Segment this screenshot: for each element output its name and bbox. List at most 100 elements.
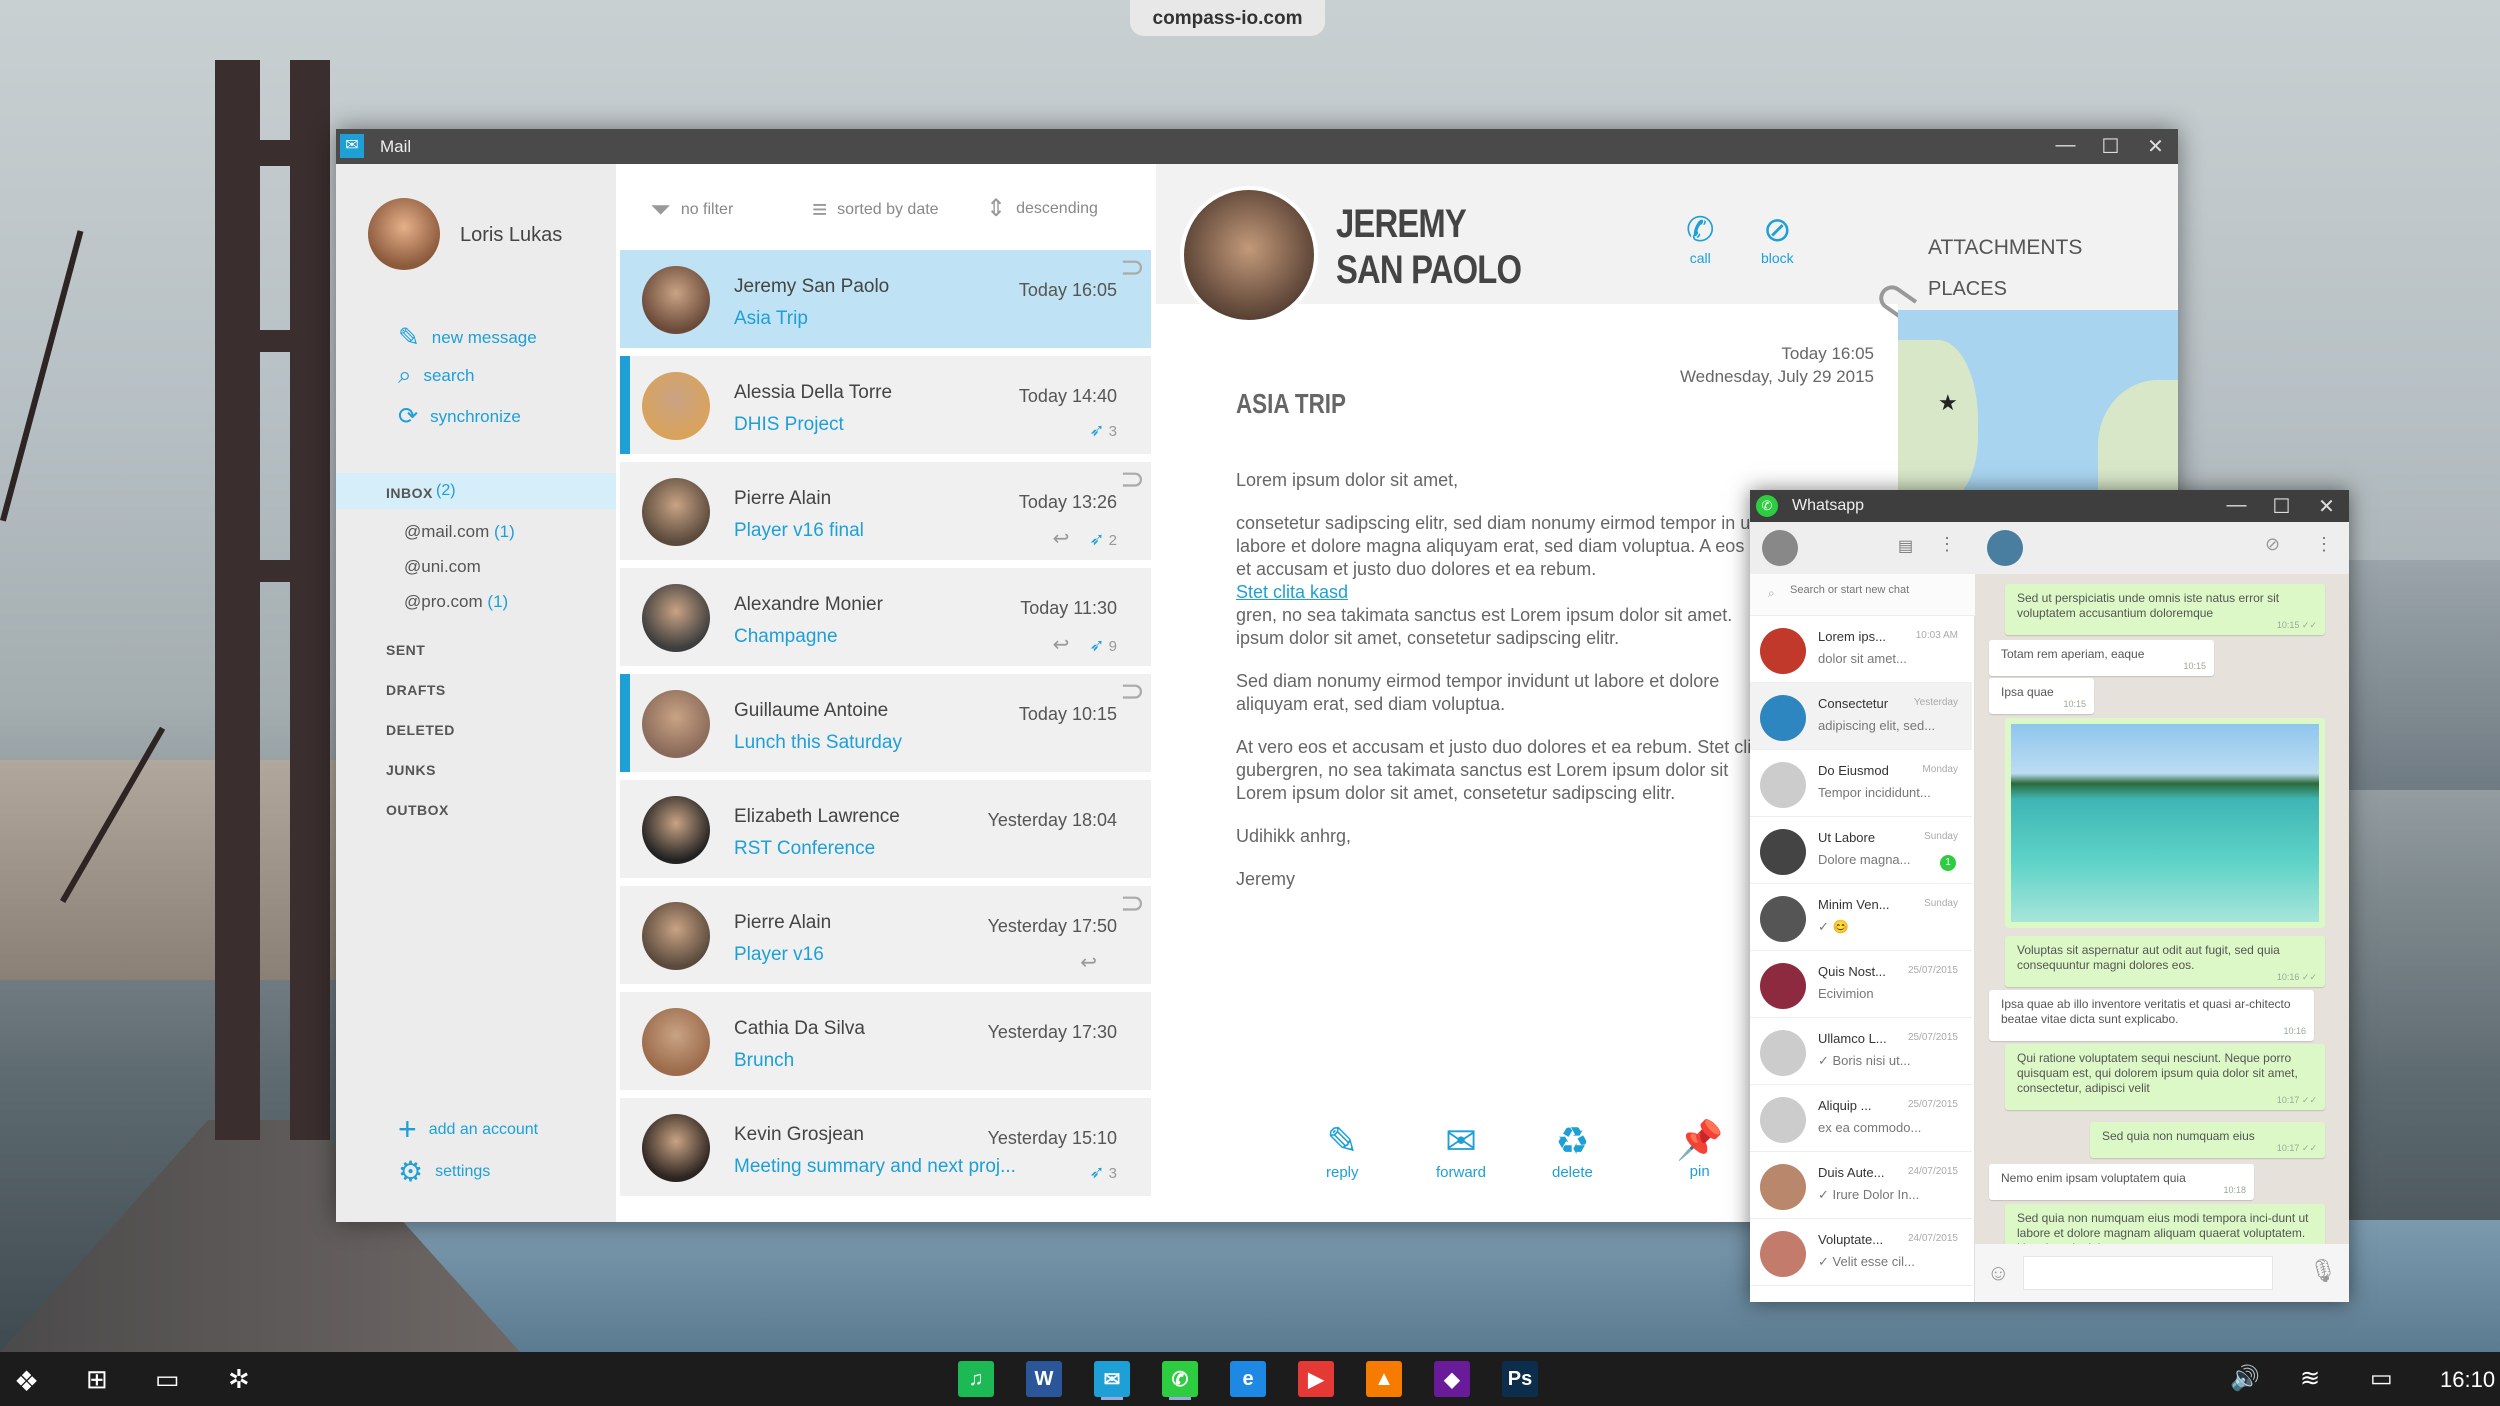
- incoming-message[interactable]: Ipsa quae ab illo inventore veritatis et…: [1989, 990, 2314, 1041]
- start-button[interactable]: ❖: [14, 1365, 39, 1398]
- incoming-message[interactable]: Ipsa quae 10:15: [1989, 678, 2094, 714]
- message-item[interactable]: Jeremy San Paolo Asia Trip Today 16:05 ⊃: [620, 250, 1151, 348]
- task-view-icon[interactable]: ▭: [155, 1364, 180, 1395]
- chat-list-item[interactable]: Lorem ips... dolor sit amet... 10:03 AM: [1750, 616, 1972, 683]
- message-item[interactable]: Pierre Alain Player v16 final Today 13:26 ↩…: [620, 462, 1151, 560]
- reply-button[interactable]: ✎ reply: [1326, 1119, 1359, 1181]
- message-timestamp: 10:17 ✓✓: [2276, 1095, 2317, 1105]
- minimize-button[interactable]: —: [2214, 494, 2259, 519]
- wifi-icon[interactable]: ≋: [2300, 1364, 2320, 1393]
- outgoing-message[interactable]: Sed quia non numquam eius 10:17 ✓✓: [2090, 1122, 2325, 1158]
- add-account-button[interactable]: + add an account: [398, 1111, 538, 1148]
- chat-list-item[interactable]: Voluptate... ✓ Velit esse cil... 24/07/201…: [1750, 1219, 1972, 1286]
- attachments-heading[interactable]: ATTACHMENTS: [1928, 236, 2082, 260]
- message-item[interactable]: Cathia Da Silva Brunch Yesterday 17:30: [620, 992, 1151, 1090]
- folder-deleted[interactable]: DELETED: [386, 722, 455, 738]
- folder-outbox[interactable]: OUTBOX: [386, 802, 449, 818]
- clock[interactable]: 16:10: [2440, 1367, 2495, 1393]
- settings-cog-icon[interactable]: ✲: [228, 1364, 250, 1395]
- image-message[interactable]: [2005, 718, 2325, 928]
- apps-grid-icon[interactable]: ⊞: [86, 1364, 108, 1395]
- forward-label: forward: [1436, 1164, 1487, 1181]
- chat-list-item[interactable]: Do Eiusmod Tempor incididunt... Monday: [1750, 750, 1972, 817]
- word-taskbar-icon[interactable]: W: [1026, 1361, 1062, 1397]
- contact-avatar[interactable]: [1180, 186, 1318, 324]
- mail-taskbar-icon[interactable]: ✉: [1094, 1361, 1130, 1397]
- photoshop-taskbar-icon[interactable]: Ps: [1502, 1361, 1538, 1397]
- chat-list-item[interactable]: Consectetur adipiscing elit, sed... Yester…: [1750, 683, 1972, 750]
- settings-button[interactable]: ⚙ settings: [398, 1155, 490, 1188]
- message-item[interactable]: Guillaume Antoine Lunch this Saturday Toda…: [620, 674, 1151, 772]
- contact-avatar[interactable]: [1987, 530, 2023, 566]
- chat-search-input[interactable]: [1790, 584, 1965, 596]
- vlc-taskbar-icon[interactable]: ▲: [1366, 1361, 1402, 1397]
- spotify-taskbar-icon[interactable]: ♫: [958, 1361, 994, 1397]
- maximize-button[interactable]: ☐: [2259, 494, 2304, 519]
- call-button[interactable]: ✆ call: [1686, 210, 1715, 266]
- battery-icon[interactable]: ▭: [2370, 1364, 2393, 1393]
- sender-avatar: [642, 902, 710, 970]
- places-map[interactable]: ★: [1898, 310, 2178, 490]
- block-button[interactable]: ⊘ block: [1761, 210, 1794, 266]
- search-action[interactable]: ⌕ search: [398, 362, 474, 390]
- chat-list-item[interactable]: Ut Labore Dolore magna... Sunday 1: [1750, 817, 1972, 884]
- maximize-button[interactable]: ☐: [2088, 134, 2133, 159]
- account-uni[interactable]: @uni.com: [404, 557, 481, 577]
- sort-dropdown[interactable]: ≡ sorted by date: [812, 194, 939, 225]
- filter-dropdown[interactable]: ⏷ no filter: [650, 194, 733, 226]
- message-item[interactable]: Elizabeth Lawrence RST Conference Yesterda…: [620, 780, 1151, 878]
- folder-sent[interactable]: SENT: [386, 642, 425, 658]
- incoming-message[interactable]: Nemo enim ipsam voluptatem quia 10:18: [1989, 1164, 2254, 1200]
- message-item[interactable]: Alexandre Monier Champagne Today 11:30 ↩ ➶ 9: [620, 568, 1151, 666]
- microphone-icon[interactable]: 🎙: [2309, 1258, 2337, 1284]
- order-toggle[interactable]: ⇕ descending: [986, 194, 1098, 223]
- search-icon: ⌕: [1768, 586, 1775, 600]
- incoming-message[interactable]: Totam rem aperiam, eaque 10:15: [1989, 640, 2214, 676]
- chat-list-item[interactable]: Aliquip ... ex ea commodo... 25/07/2015: [1750, 1085, 1972, 1152]
- message-time: Yesterday 17:50: [987, 916, 1117, 936]
- menu-kebab-icon[interactable]: ⋮: [2315, 534, 2333, 555]
- account-name: @mail.com: [404, 522, 490, 541]
- message-item[interactable]: Pierre Alain Player v16 Yesterday 17:50 ↩ ⊃: [620, 886, 1151, 984]
- chat-list-item[interactable]: Ullamco L... ✓ Boris nisi ut... 25/07/2015: [1750, 1018, 1972, 1085]
- message-item[interactable]: Alessia Della Torre DHIS Project Today 14:…: [620, 356, 1151, 454]
- folder-junks[interactable]: JUNKS: [386, 762, 436, 778]
- menu-kebab-icon[interactable]: ⋮: [1938, 534, 1956, 555]
- message-input[interactable]: [2023, 1256, 2273, 1290]
- chat-list-item[interactable]: Duis Aute... ✓ Irure Dolor In... 24/07/201…: [1750, 1152, 1972, 1219]
- chat-list-item[interactable]: Minim Ven... ✓ 😊 Sunday: [1750, 884, 1972, 951]
- inbox-folder[interactable]: INBOX (2): [336, 473, 616, 509]
- message-timestamp: 10:17 ✓✓: [2276, 1143, 2317, 1153]
- message-time: Today 13:26: [1018, 492, 1117, 512]
- body-link[interactable]: Stet clita kasd: [1236, 582, 1348, 602]
- sender-name: Elizabeth Lawrence: [734, 806, 900, 827]
- chat-list-item[interactable]: Quis Nost... Ecivimion 25/07/2015: [1750, 951, 1972, 1018]
- outgoing-message[interactable]: Qui ratione voluptatem sequi nesciunt. N…: [2005, 1044, 2325, 1110]
- folder-drafts[interactable]: DRAFTS: [386, 682, 446, 698]
- places-heading[interactable]: PLACES: [1928, 278, 2007, 301]
- close-button[interactable]: ✕: [2304, 494, 2349, 519]
- outgoing-message[interactable]: Voluptas sit aspernatur aut odit aut fug…: [2005, 936, 2325, 987]
- message-item[interactable]: Kevin Grosjean Meeting summary and next p…: [620, 1098, 1151, 1196]
- user-avatar[interactable]: [368, 198, 440, 270]
- forward-button[interactable]: ✉ forward: [1436, 1119, 1486, 1181]
- account-pro[interactable]: @pro.com (1): [404, 592, 508, 612]
- outgoing-message[interactable]: Sed ut perspiciatis unde omnis iste natu…: [2005, 584, 2325, 635]
- new-message-action[interactable]: ✎ new message: [398, 322, 537, 353]
- chat-preview: Ecivimion: [1818, 986, 1874, 1001]
- edge-taskbar-icon[interactable]: e: [1230, 1361, 1266, 1397]
- minimize-button[interactable]: —: [2043, 134, 2088, 159]
- my-avatar[interactable]: [1762, 530, 1798, 566]
- volume-icon[interactable]: 🔊: [2230, 1364, 2260, 1393]
- visual-studio-taskbar-icon[interactable]: ◆: [1434, 1361, 1470, 1397]
- synchronize-action[interactable]: ⟳ synchronize: [398, 402, 521, 431]
- whatsapp-taskbar-icon[interactable]: ✆: [1162, 1361, 1198, 1397]
- emoji-icon[interactable]: ☺: [1987, 1260, 2009, 1286]
- new-chat-icon[interactable]: ▤: [1898, 536, 1913, 556]
- close-button[interactable]: ✕: [2133, 134, 2178, 159]
- account-mail[interactable]: @mail.com (1): [404, 522, 515, 542]
- delete-button[interactable]: ♻ delete: [1552, 1119, 1593, 1181]
- attach-icon[interactable]: ⊘: [2265, 534, 2280, 555]
- youtube-taskbar-icon[interactable]: ▶: [1298, 1361, 1334, 1397]
- pin-button[interactable]: 📌 pin: [1676, 1119, 1723, 1180]
